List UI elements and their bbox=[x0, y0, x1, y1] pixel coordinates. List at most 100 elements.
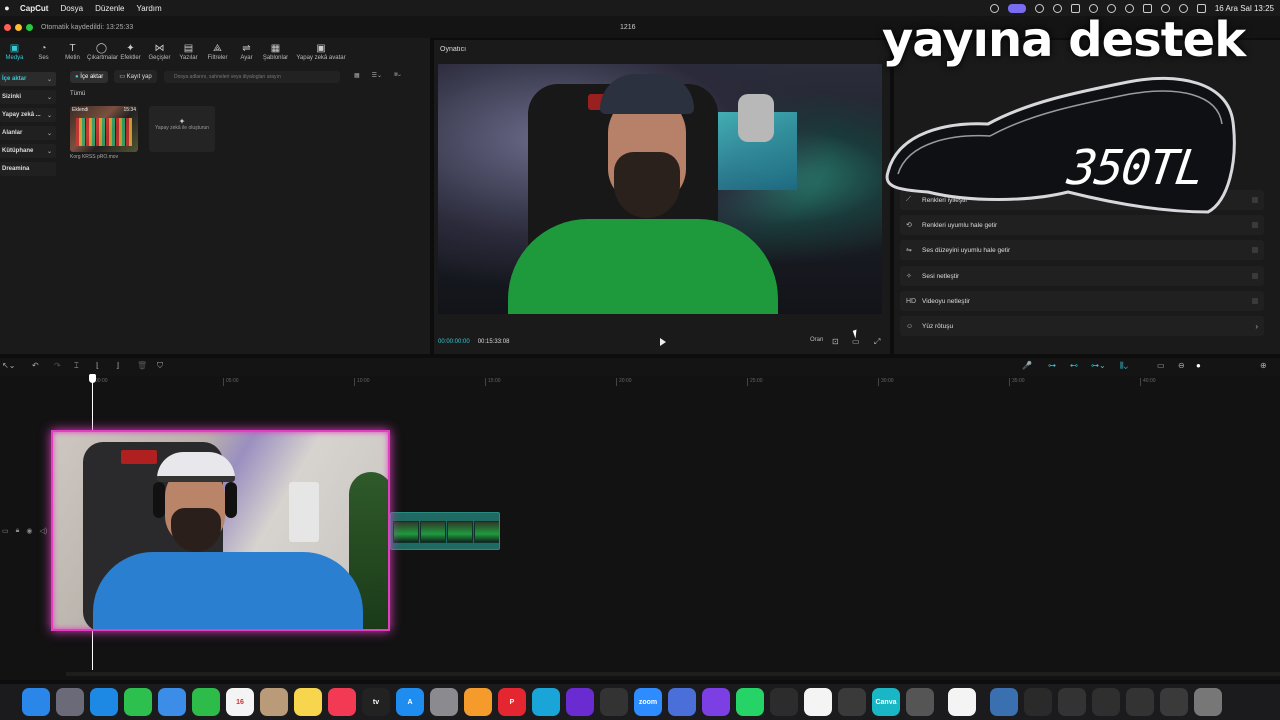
tab-templates[interactable]: ▦ Şablonlar bbox=[261, 43, 290, 64]
tab-stickers[interactable]: ◯ Çıkartmalar bbox=[87, 43, 118, 64]
dock-edge-icon[interactable] bbox=[532, 688, 560, 716]
playhead-handle[interactable] bbox=[89, 374, 96, 383]
dock-smarters-player-icon[interactable] bbox=[566, 688, 594, 716]
zoom-out-icon[interactable]: ⊖ bbox=[1178, 361, 1185, 370]
dock-music-icon[interactable] bbox=[328, 688, 356, 716]
crop-icon[interactable]: ⊡ bbox=[832, 337, 839, 346]
dock-launchpad-icon[interactable] bbox=[56, 688, 84, 716]
tab-text[interactable]: T Metin bbox=[58, 43, 87, 64]
dock-pages-icon[interactable] bbox=[464, 688, 492, 716]
play-button[interactable] bbox=[660, 338, 666, 346]
select-tool-icon[interactable]: ↖⌄ bbox=[2, 361, 15, 370]
tab-captions[interactable]: ▤ Yazılar bbox=[174, 43, 203, 64]
toggle[interactable] bbox=[1252, 247, 1258, 253]
tab-effects[interactable]: ✦ Efektler bbox=[116, 43, 145, 64]
dock-notes-icon[interactable] bbox=[294, 688, 322, 716]
tab-adjust[interactable]: ⇌ Ayar bbox=[232, 43, 261, 64]
dock-canva-icon[interactable]: Canva bbox=[872, 688, 900, 716]
dock-finder-icon[interactable] bbox=[22, 688, 50, 716]
filter-icon[interactable]: ⩸⌄ bbox=[394, 72, 401, 79]
split-right-icon[interactable]: ⌋ bbox=[116, 361, 119, 370]
quality-icon[interactable]: ▭ bbox=[852, 337, 860, 346]
dock-facetime-icon[interactable] bbox=[192, 688, 220, 716]
toggle[interactable] bbox=[1252, 222, 1258, 228]
undo-icon[interactable]: ↶ bbox=[32, 361, 39, 370]
tab-ai-avatar[interactable]: ▣ Yapay zekâ avatar bbox=[290, 43, 352, 64]
dock-app-store-icon[interactable]: A bbox=[396, 688, 424, 716]
media-clip-thumbnail[interactable]: Eklendi 15:34 bbox=[70, 106, 138, 152]
ratio-button[interactable]: Oran bbox=[810, 337, 823, 343]
menu-app-name[interactable]: CapCut bbox=[20, 4, 48, 13]
dock-chrome-icon[interactable] bbox=[838, 688, 866, 716]
dock-calendar-icon[interactable]: 16 bbox=[226, 688, 254, 716]
dock-tv-icon[interactable]: tv bbox=[362, 688, 390, 716]
zoom-in-icon[interactable]: ⊕ bbox=[1260, 361, 1267, 370]
enhance-video-row[interactable]: HD Videoyu netleştir bbox=[900, 291, 1264, 311]
dock-folder-icon[interactable] bbox=[990, 688, 1018, 716]
dock-simulator-icon[interactable] bbox=[668, 688, 696, 716]
minimize-window-button[interactable] bbox=[15, 23, 22, 31]
dock-mail-icon[interactable] bbox=[158, 688, 186, 716]
shield-icon[interactable]: ⛉ bbox=[157, 361, 163, 371]
dock-time-machine-icon[interactable] bbox=[600, 688, 628, 716]
tab-transitions[interactable]: ⋈ Geçişler bbox=[145, 43, 174, 64]
face-retouch-row[interactable]: ☺ Yüz rötuşu › bbox=[900, 316, 1264, 336]
sidebar-item-spaces[interactable]: Alanlar ⌄ bbox=[0, 126, 56, 140]
toggle[interactable] bbox=[1252, 298, 1258, 304]
tab-filters[interactable]: ⟁ Filtreler bbox=[203, 43, 232, 64]
dock-contacts-icon[interactable] bbox=[260, 688, 288, 716]
video-preview[interactable] bbox=[438, 64, 882, 314]
close-window-button[interactable] bbox=[4, 23, 11, 31]
dock-stack3-icon[interactable] bbox=[1092, 688, 1120, 716]
dock-compressor-icon[interactable] bbox=[906, 688, 934, 716]
dock-chatgpt-icon[interactable] bbox=[804, 688, 832, 716]
link-icon[interactable]: ⊷ bbox=[1070, 361, 1078, 370]
toggle[interactable] bbox=[1252, 197, 1258, 203]
dock-zoom-icon[interactable]: zoom bbox=[634, 688, 662, 716]
dock-stack4-icon[interactable] bbox=[1126, 688, 1154, 716]
dock-pinterest-icon[interactable]: P bbox=[498, 688, 526, 716]
microphone-icon[interactable]: 🎤 bbox=[1022, 361, 1032, 370]
eye-icon[interactable]: ◉ bbox=[26, 527, 32, 535]
sidebar-item-yours[interactable]: Sizinki ⌄ bbox=[0, 90, 56, 104]
caption-icon[interactable]: ▭ bbox=[1157, 361, 1165, 370]
dock-stack1-icon[interactable] bbox=[1024, 688, 1052, 716]
menu-help[interactable]: Yardım bbox=[137, 4, 162, 13]
split-icon[interactable]: ⌶ bbox=[74, 361, 79, 371]
dock-stack2-icon[interactable] bbox=[1058, 688, 1086, 716]
menu-edit[interactable]: Düzenle bbox=[95, 4, 124, 13]
dock-notion-icon[interactable] bbox=[702, 688, 730, 716]
tab-audio[interactable]: ◔ Ses bbox=[29, 43, 58, 64]
dock-whatsapp-icon[interactable] bbox=[736, 688, 764, 716]
dock-final-cut-pro-icon[interactable] bbox=[770, 688, 798, 716]
apple-icon[interactable]: ● bbox=[0, 3, 14, 13]
audio-icon[interactable]: ◁) bbox=[39, 527, 47, 535]
tab-media[interactable]: ▣ Medya bbox=[0, 43, 29, 64]
fullscreen-icon[interactable]: ⤢ bbox=[874, 337, 880, 347]
dock-safari-icon[interactable] bbox=[90, 688, 118, 716]
timeline-scrollbar[interactable] bbox=[66, 672, 1280, 676]
track-cover-icon[interactable]: ▭ bbox=[2, 527, 9, 535]
dock-stack5-icon[interactable] bbox=[1160, 688, 1188, 716]
redo-icon[interactable]: ↷ bbox=[54, 361, 61, 370]
menu-file[interactable]: Dosya bbox=[60, 4, 83, 13]
sidebar-item-library[interactable]: Kütüphane ⌄ bbox=[0, 144, 56, 158]
zoom-window-button[interactable] bbox=[26, 23, 33, 31]
media-search-input[interactable]: Dosya adlarını, sahneleri veya diyalogla… bbox=[164, 71, 340, 83]
record-button[interactable]: ▭ Kayıt yap bbox=[114, 70, 157, 83]
grid-view-icon[interactable]: ▦ bbox=[354, 72, 360, 79]
preview-axis-icon[interactable]: ⊶⌄ bbox=[1091, 361, 1106, 370]
match-colors-row[interactable]: ⟲ Renkleri uyumlu hale getir bbox=[900, 215, 1264, 235]
lock-icon[interactable]: 🔒︎ bbox=[16, 527, 20, 535]
toggle[interactable] bbox=[1252, 273, 1258, 279]
list-sort-icon[interactable]: ☰⌄ bbox=[372, 72, 382, 79]
sidebar-item-ai[interactable]: Yapay zekâ ... ⌄ bbox=[0, 108, 56, 122]
zoom-slider-handle[interactable]: ● bbox=[1196, 361, 1201, 370]
align-icon[interactable]: ⫼⌄ bbox=[1120, 361, 1128, 371]
enhance-voice-row[interactable]: ✧ Sesi netleştir bbox=[900, 266, 1264, 286]
delete-icon[interactable]: 🗑 bbox=[137, 361, 147, 370]
split-left-icon[interactable]: ⌊ bbox=[96, 361, 99, 370]
ai-create-card[interactable]: ✦ Yapay zekâ ile oluşturun bbox=[149, 106, 215, 152]
sidebar-item-dreamina[interactable]: Dreamina bbox=[0, 162, 56, 176]
match-loudness-row[interactable]: ⇋ Ses düzeyini uyumlu hale getir bbox=[900, 240, 1264, 260]
